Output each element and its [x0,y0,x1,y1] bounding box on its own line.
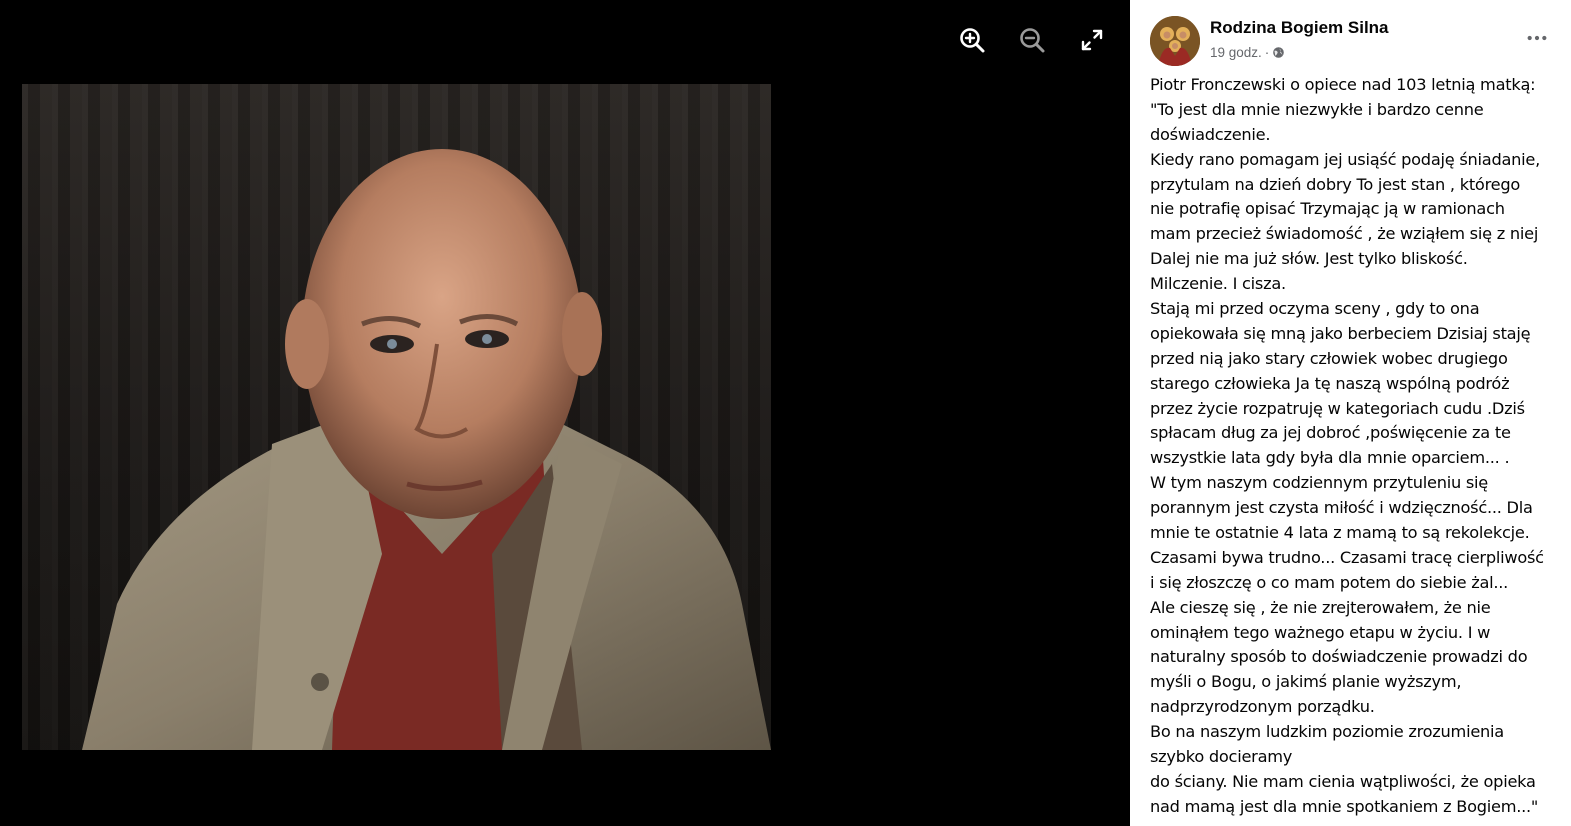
post-text-line: Milczenie. I cisza. [1150,274,1286,294]
post-text-line: Ale cieszę się , że nie zrejterowałem, ż… [1150,597,1491,617]
post-text-line: przez życie rozpatruję w kategoriach cud… [1150,398,1525,418]
zoom-out-icon [1020,28,1045,53]
post-text-line: W tym naszym codziennym przytuleniu się [1150,473,1489,493]
post-text-line: nadprzyrodzonym porządku. [1150,697,1375,717]
post-text-line: naturalny sposób to doświadczenie prowad… [1150,647,1528,667]
fullscreen-button[interactable] [1072,20,1112,60]
post-text-line: ominąłem tego ważnego etapu w życiu. I w [1150,622,1491,642]
post-text-line: myśli o Bogu, o jakimś planie wyższym, [1150,672,1462,692]
post-text-line: mam przecież świadomość , że wziąłem się… [1150,224,1539,244]
post-panel: Rodzina Bogiem Silna 19 godz. · Piotr Fr… [1130,0,1571,826]
post-text-line: starego człowieka Ja tę naszą wspólną po… [1150,373,1510,393]
post-text: Piotr Fronczewski o opiece nad 103 letni… [1150,73,1562,820]
post-text-line: Bo na naszym ludzkim poziomie zrozumieni… [1150,722,1504,742]
more-options-button[interactable] [1522,26,1552,50]
post-text-line: Piotr Fronczewski o opiece nad 103 letni… [1150,75,1536,94]
post-text-line: opiekowała się mną jako berbeciem Dzisia… [1150,323,1531,343]
more-options-icon [1527,35,1547,41]
post-text-line: i się złoszczę o co mam potem do siebie … [1150,572,1509,592]
page-name-link[interactable]: Rodzina Bogiem Silna [1210,18,1389,38]
post-text-line: porannym jest czysta miłość i wdzięcznoś… [1150,498,1533,518]
avatar-icon [1150,16,1200,66]
fullscreen-icon [1081,29,1103,51]
zoom-in-icon [960,28,985,53]
portrait-illustration [82,149,771,750]
post-text-line: nad mamą jest dla mnie spotkaniem z Bogi… [1150,796,1539,816]
post-text-line: doświadczenie. [1150,124,1271,144]
post-text-line: spłacam dług za jej dobroć ,poświęcenie … [1150,423,1511,443]
post-text-line: mnie te ostatnie 4 lata z mamą to są rek… [1150,523,1530,543]
post-timestamp[interactable]: 19 godz. [1210,45,1262,60]
post-photo[interactable] [22,84,771,750]
post-text-line: przed nią jako stary człowiek wobec drug… [1150,348,1508,368]
post-text-line: "To jest dla mnie niezwykłe i bardzo cen… [1150,99,1484,119]
post-text-line: nie potrafię opisać Trzymając ją w ramio… [1150,199,1505,219]
page-avatar[interactable] [1150,16,1200,66]
photo-viewer [0,0,1130,826]
zoom-in-button[interactable] [952,20,992,60]
post-text-line: Kiedy rano pomagam jej usiąść podaję śni… [1150,149,1541,169]
globe-icon[interactable] [1272,46,1285,59]
post-meta: 19 godz. · [1210,45,1285,60]
post-text-line: przytulam na dzień dobry To jest stan , … [1150,174,1521,194]
post-text-line: do ściany. Nie mam cienia wątpliwości, ż… [1150,771,1536,791]
post-text-line: Dalej nie ma już słów. Jest tylko blisko… [1150,249,1468,269]
post-text-line: Czasami bywa trudno... Czasami tracę cie… [1150,547,1544,567]
post-text-line: wszystkie lata gdy była dla mnie oparcie… [1150,448,1510,468]
post-text-line: Stają mi przed oczyma sceny , gdy to ona [1150,299,1480,319]
post-text-line: szybko docieramy [1150,747,1293,767]
zoom-out-button[interactable] [1012,20,1052,60]
meta-separator: · [1264,45,1270,60]
